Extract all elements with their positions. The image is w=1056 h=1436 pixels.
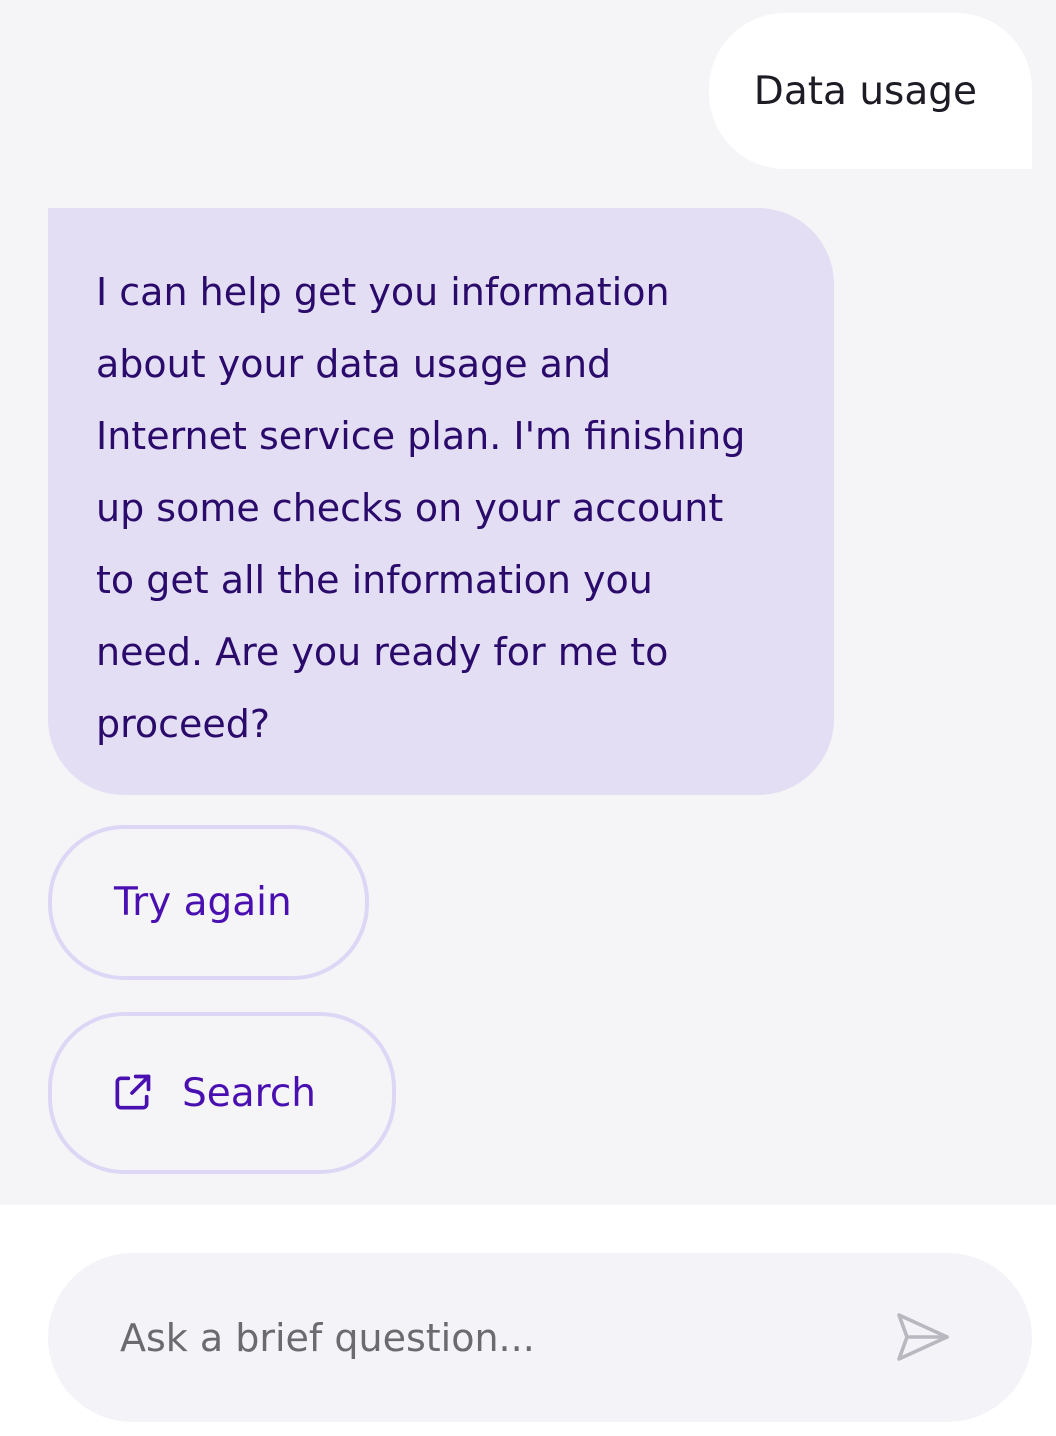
try-again-label: Try again: [114, 880, 292, 925]
try-again-button[interactable]: Try again: [48, 825, 369, 980]
user-message-text: Data usage: [753, 68, 977, 114]
bot-message-text: I can help get you information about you…: [96, 270, 746, 746]
send-icon: [895, 1311, 951, 1363]
chat-area: Data usage I can help get you informatio…: [0, 0, 1056, 1205]
message-composer: [48, 1253, 1032, 1422]
search-button[interactable]: Search: [48, 1012, 396, 1174]
external-link-icon: [110, 1071, 154, 1115]
search-label: Search: [182, 1070, 316, 1116]
bot-message-bubble: I can help get you information about you…: [48, 208, 834, 795]
send-button[interactable]: [894, 1308, 952, 1366]
user-message-bubble: Data usage: [709, 13, 1032, 169]
question-input[interactable]: [120, 1253, 880, 1422]
